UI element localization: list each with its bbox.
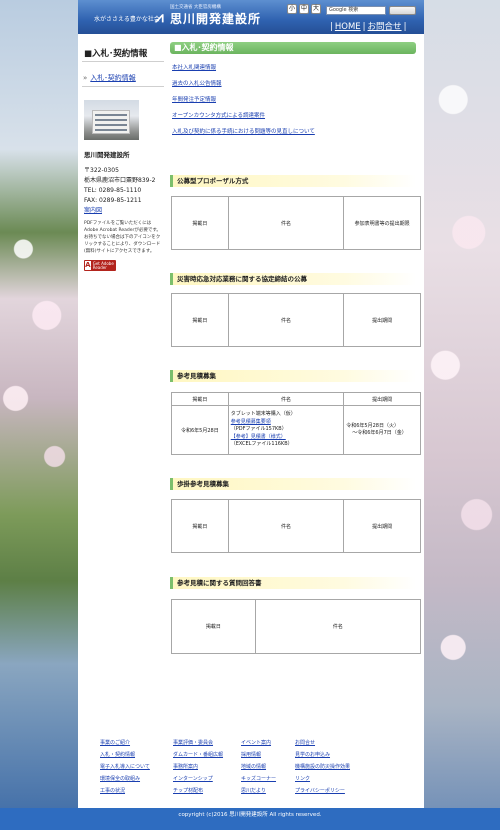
section-heading-qa: 参考見積に関する質問回答書	[170, 577, 416, 589]
search-input[interactable]: Google 検索	[326, 6, 386, 15]
table-header: 件名	[227, 196, 345, 250]
footer-link[interactable]: インターンシップ	[173, 775, 241, 783]
footer-link[interactable]: キッズコーナー	[241, 775, 295, 783]
footer-link[interactable]: 事業評価・委員会	[173, 739, 241, 747]
footer: 事業のご紹介 事業評価・委員会 イベント案内 お問合せ 入札・契約情報 ダムカー…	[78, 734, 424, 808]
footer-link[interactable]: 思川だより	[241, 787, 295, 795]
header-tagline: 水がささえる豊かな社会	[94, 16, 160, 23]
background-right-scenery	[422, 0, 500, 830]
footer-link[interactable]: 事務所案内	[173, 763, 241, 771]
footer-link[interactable]: 入札・契約情報	[100, 751, 173, 759]
map-link[interactable]: 案内図	[84, 206, 155, 216]
footer-link[interactable]: ダムカード・番組広報	[173, 751, 241, 759]
table-header: 提出期間	[343, 293, 421, 347]
footer-link[interactable]: 見学のお申込み	[295, 751, 355, 759]
table-cell-period: 令和6年5月28日（火） ～令和6年6月7日（金）	[343, 405, 421, 455]
estimate-table: 掲載日 件名 提出期間 令和6年5月28日 タブレット端末等購入（仮） 参考見積…	[171, 392, 421, 455]
link-past-notices[interactable]: 過去の入札公告情報	[172, 79, 315, 95]
footer-link[interactable]: 環境保全の取組み	[100, 775, 173, 783]
footer-link[interactable]: 事業のご紹介	[100, 739, 173, 747]
info-links: 本社入札関連情報 過去の入札公告情報 年間発注予定情報 オープンカウンタ方式によ…	[172, 63, 315, 143]
unit-estimate-table: 掲載日 件名 提出期間	[171, 499, 421, 553]
footer-link[interactable]: 電子入札導入について	[100, 763, 173, 771]
main-content: ■入札･契約情報 本社入札関連情報 過去の入札公告情報 年間発注予定情報 オープ…	[166, 34, 424, 734]
sidebar-title: ■入札･契約情報	[84, 49, 148, 59]
link-procedure-review[interactable]: 入札及び契約に係る手続における問題等の見直しについて	[172, 127, 315, 143]
font-size-switcher: 小 中 大	[287, 4, 321, 14]
table-header: 件名	[254, 599, 422, 654]
font-size-medium-button[interactable]: 中	[299, 4, 309, 14]
estimate-guideline-pdf-link[interactable]: 参考見積募集要領	[231, 419, 271, 425]
footer-link[interactable]: リンク	[295, 775, 355, 783]
table-header: 掲載日	[171, 499, 229, 553]
chevron-right-icon: »	[83, 74, 88, 82]
table-cell-title: タブレット端末等購入（仮） 参考見積募集要領 （PDFファイル157KB） 【参…	[227, 405, 345, 455]
table-header: 掲載日	[171, 599, 256, 654]
table-header: 提出期間	[343, 392, 421, 406]
table-row: 令和6年5月28日 タブレット端末等購入（仮） 参考見積募集要領 （PDFファイ…	[171, 405, 421, 455]
footer-link[interactable]: 機構施設の防災操作効果	[295, 763, 355, 771]
footer-link[interactable]: イベント案内	[241, 739, 295, 747]
font-size-small-button[interactable]: 小	[287, 4, 297, 14]
office-name: 思川開発建設所	[84, 151, 130, 159]
estimate-form-excel-link[interactable]: 【参考】見積書（様式）	[231, 434, 286, 440]
table-header: 掲載日	[171, 196, 229, 250]
footer-link[interactable]: 採用情報	[241, 751, 295, 759]
office-address: 〒322-0305 栃木県鹿沼市口粟野839-2 TEL: 0289-85-11…	[84, 167, 156, 216]
divider	[82, 86, 164, 87]
section-heading-unit-estimate: 歩掛参考見積募集	[170, 478, 416, 490]
footer-link[interactable]: 工事の状況	[100, 787, 173, 795]
adobe-icon: A	[85, 261, 91, 270]
link-open-counter[interactable]: オープンカウンタ方式による調達案件	[172, 111, 315, 127]
footer-links: 事業のご紹介 事業評価・委員会 イベント案内 お問合せ 入札・契約情報 ダムカー…	[100, 739, 355, 795]
pdf-note: PDFファイルをご覧いただくにはAdobe Acrobat Readerが必要で…	[84, 221, 161, 254]
table-header: 参加表明書等の提出期限	[343, 196, 421, 250]
org-name[interactable]: 思川開発建設所	[170, 10, 261, 27]
section-heading-estimate: 参考見積募集	[170, 370, 416, 382]
nav-home-link[interactable]: HOME	[335, 22, 361, 32]
table-header: 提出期間	[343, 499, 421, 553]
disaster-table: 掲載日 件名 提出期間	[171, 293, 421, 347]
table-header: 件名	[227, 293, 345, 347]
footer-link[interactable]: お問合せ	[295, 739, 355, 747]
proposal-table: 掲載日 件名 参加表明書等の提出期限	[171, 196, 421, 250]
section-heading-proposal: 公募型プロポーザル方式	[170, 175, 416, 187]
table-cell-date: 令和6年5月28日	[171, 405, 229, 455]
section-heading-disaster: 災害時応急対応業務に関する協定締結の公募	[170, 273, 416, 285]
page-title: ■入札･契約情報	[170, 42, 416, 54]
sidebar-item-bidding[interactable]: » 入札･契約情報	[83, 73, 136, 83]
nav-contact-link[interactable]: お問合せ	[368, 22, 402, 32]
font-size-large-button[interactable]: 大	[311, 4, 321, 14]
footer-link[interactable]: 地域の情報	[241, 763, 295, 771]
footer-link[interactable]: チップ材配布	[173, 787, 241, 795]
top-nav: | HOME | お問合せ |	[330, 22, 407, 32]
background-left-scenery	[0, 0, 78, 830]
table-header: 件名	[227, 392, 345, 406]
link-head-office-bidding[interactable]: 本社入札関連情報	[172, 63, 315, 79]
search-button[interactable]	[389, 6, 416, 15]
table-header: 掲載日	[171, 293, 229, 347]
office-building-photo	[84, 100, 139, 140]
table-header: 掲載日	[171, 392, 229, 406]
footer-link[interactable]: プライバシーポリシー	[295, 787, 355, 795]
logo-icon[interactable]: ⩘	[153, 9, 166, 26]
sidebar: ■入札･契約情報 » 入札･契約情報 思川開発建設所 〒322-0305 栃木県鹿…	[78, 34, 166, 734]
qa-table: 掲載日 件名	[171, 599, 422, 654]
copyright-bar: copyright (c)2016 思川開発建設所 All rights res…	[0, 808, 500, 830]
table-header: 件名	[227, 499, 345, 553]
link-annual-schedule[interactable]: 年間発注予定情報	[172, 95, 315, 111]
divider	[82, 61, 164, 62]
get-adobe-reader-button[interactable]: A Get Adobe Reader	[84, 260, 116, 271]
